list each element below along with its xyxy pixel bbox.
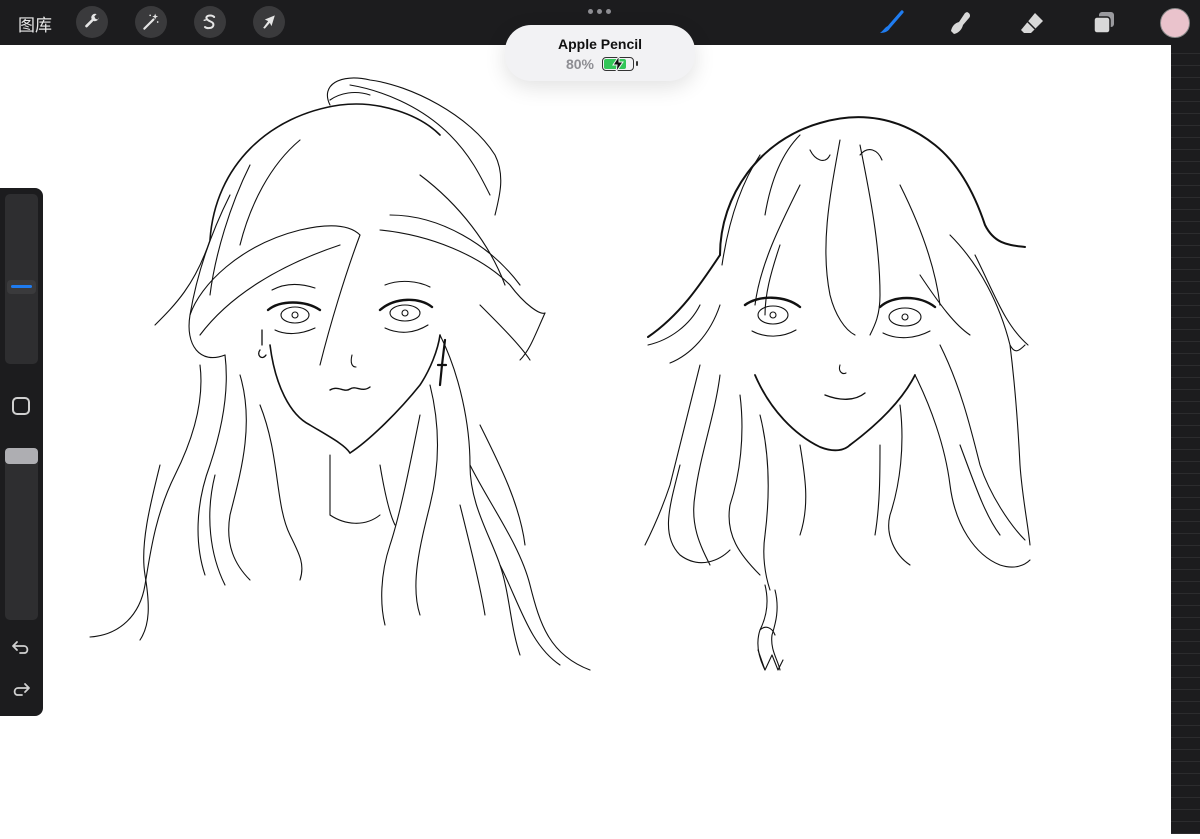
smudge-finger-icon (951, 12, 971, 34)
brush-tool-button[interactable] (875, 7, 907, 39)
undo-button[interactable] (10, 636, 32, 658)
drawing-canvas[interactable] (0, 45, 1171, 834)
redo-arrow-icon (13, 683, 30, 696)
transform-button[interactable] (253, 6, 285, 38)
eraser-tool-button[interactable] (1016, 7, 1048, 39)
brush-icon (880, 10, 904, 33)
color-picker-button[interactable] (1160, 8, 1190, 38)
line-art-drawing (89, 77, 1031, 671)
brush-opacity-slider[interactable] (5, 448, 38, 620)
left-sidebar (0, 188, 43, 716)
redo-button[interactable] (10, 678, 32, 700)
apple-pencil-popup: Apple Pencil 80% (505, 25, 695, 81)
selection-s-icon (203, 14, 216, 30)
wrench-icon (85, 13, 99, 28)
charging-bolt-icon (612, 56, 624, 72)
eraser-icon (1021, 13, 1043, 33)
battery-percent: 80% (565, 56, 595, 72)
pencil-battery-row: 80% (505, 56, 695, 72)
window-grabber[interactable] (588, 9, 611, 14)
magic-wand-icon (143, 13, 159, 30)
right-character-sketch (644, 116, 1031, 671)
pencil-title: Apple Pencil (557, 36, 643, 52)
modify-button[interactable] (12, 397, 30, 415)
brush-size-thumb[interactable] (7, 279, 36, 294)
selection-button[interactable] (194, 6, 226, 38)
gallery-button[interactable]: 图库 (18, 11, 52, 36)
undo-arrow-icon (12, 641, 29, 654)
layers-button[interactable] (1088, 7, 1120, 39)
actions-button[interactable] (76, 6, 108, 38)
smudge-tool-button[interactable] (945, 7, 977, 39)
adjustments-button[interactable] (135, 6, 167, 38)
layers-icon (1093, 12, 1114, 34)
brush-size-slider[interactable] (5, 194, 38, 364)
left-character-sketch (89, 77, 591, 671)
right-edge-panel (1171, 45, 1200, 834)
arrow-cursor-icon (263, 15, 275, 29)
battery-icon (602, 56, 639, 72)
brush-opacity-thumb[interactable] (5, 448, 38, 464)
